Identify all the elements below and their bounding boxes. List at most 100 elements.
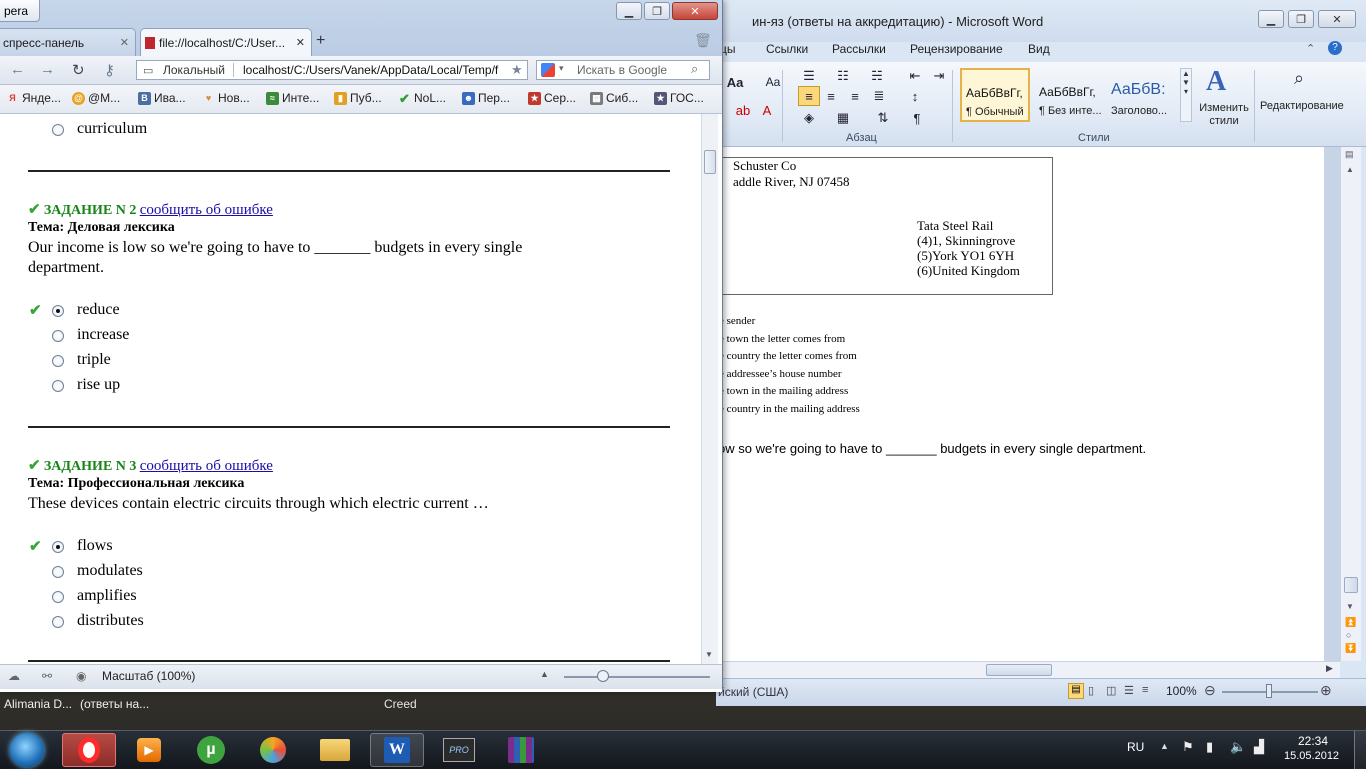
radio-button[interactable] xyxy=(52,380,64,392)
tab-mailings[interactable]: Рассылки xyxy=(832,42,886,56)
document-page[interactable]: Schuster Co addle River, NJ 07458 Tata S… xyxy=(716,147,1324,661)
taskbar-window-label[interactable]: Alimania D... xyxy=(4,697,72,711)
bookmark-gos[interactable]: ★ ГОС... xyxy=(654,91,704,105)
scroll-right-icon[interactable]: ▶ xyxy=(1326,663,1333,674)
browser-maximize-button[interactable]: ❐ xyxy=(644,2,670,20)
help-icon[interactable]: ? xyxy=(1328,41,1342,55)
search-icon[interactable]: ⌕ xyxy=(691,61,698,77)
radio-button[interactable] xyxy=(52,355,64,367)
zoom-up-icon[interactable]: ▲ xyxy=(540,669,549,679)
multilevel-list-icon[interactable]: ☵ xyxy=(866,66,888,86)
change-styles-icon[interactable]: A xyxy=(1206,66,1226,98)
bookmark-ser[interactable]: ★ Сер... xyxy=(528,91,576,105)
hscroll-thumb[interactable] xyxy=(986,664,1052,676)
numbering-icon[interactable]: ☷ xyxy=(832,66,854,86)
google-icon[interactable] xyxy=(541,63,555,77)
back-icon[interactable]: ← xyxy=(10,61,25,78)
winrar-taskbar-button[interactable] xyxy=(494,733,548,767)
browser-minimize-button[interactable]: ▁ xyxy=(616,2,642,20)
next-page-icon[interactable]: ⏬ xyxy=(1345,643,1356,654)
sort-icon[interactable]: ⇅ xyxy=(872,108,894,128)
borders-icon[interactable]: ▦ xyxy=(832,108,854,128)
new-tab-icon[interactable]: + xyxy=(316,32,325,50)
trash-icon[interactable]: 🗑 xyxy=(694,32,712,49)
prev-page-icon[interactable]: ⏫ xyxy=(1345,617,1356,628)
address-url[interactable]: localhost/C:/Users/Vanek/AppData/Local/T… xyxy=(243,63,509,77)
cloud-icon[interactable]: ☁ xyxy=(8,669,20,683)
minimize-button[interactable]: ▁ xyxy=(1258,10,1284,28)
radio-button[interactable] xyxy=(52,330,64,342)
language-indicator[interactable]: RU xyxy=(1127,740,1144,754)
taskbar-window-label[interactable]: Creed xyxy=(384,697,417,711)
bookmark-new[interactable]: ♥ Нов... xyxy=(202,91,250,105)
bookmark-yandex[interactable]: Я Янде... xyxy=(6,91,61,105)
utorrent-taskbar-button[interactable]: µ xyxy=(184,733,238,767)
turbo-icon[interactable]: ◉ xyxy=(76,669,86,683)
scroll-up-icon[interactable]: ▲ xyxy=(1346,165,1354,174)
scroll-thumb[interactable] xyxy=(1344,577,1358,593)
pilcrow-icon[interactable]: ¶ xyxy=(906,108,928,128)
word-taskbar-button[interactable]: W xyxy=(370,733,424,767)
bookmark-public[interactable]: ▮ Пуб... xyxy=(334,91,382,105)
browser-close-button[interactable]: ✕ xyxy=(672,2,718,20)
style-normal[interactable]: АаБбВвГг, ¶ Обычный xyxy=(960,68,1030,122)
radio-button[interactable] xyxy=(52,616,64,628)
styles-scroll[interactable]: ▲ ▼ ▾ xyxy=(1180,68,1192,122)
media-player-taskbar-button[interactable]: ▶ xyxy=(122,733,176,767)
network-icon[interactable]: ⚯ xyxy=(42,669,52,683)
scroll-down-icon[interactable]: ▼ xyxy=(1346,602,1354,611)
video-pro-taskbar-button[interactable]: PRO xyxy=(432,733,486,767)
style-no-spacing[interactable]: АаБбВвГг, ¶ Без инте... xyxy=(1034,68,1104,122)
show-hidden-icons[interactable]: ▲ xyxy=(1160,741,1169,751)
change-styles-button[interactable]: Изменить стили xyxy=(1194,102,1254,128)
paint-taskbar-button[interactable] xyxy=(246,733,300,767)
bullets-icon[interactable]: ☰ xyxy=(798,66,820,86)
bookmark-vk[interactable]: B Ива... xyxy=(138,91,186,105)
scroll-thumb[interactable] xyxy=(704,150,716,174)
browse-object-icon[interactable]: ○ xyxy=(1346,630,1351,640)
flag-icon[interactable]: ⚑ xyxy=(1182,739,1194,755)
address-bar[interactable]: ▭ Локальный localhost/C:/Users/Vanek/App… xyxy=(136,60,528,80)
ribbon-collapse-icon[interactable]: ⌃ xyxy=(1306,42,1315,55)
change-case-button[interactable]: Aa xyxy=(762,72,784,92)
clock-time[interactable]: 22:34 xyxy=(1298,734,1328,748)
tab-close-icon[interactable]: ✕ xyxy=(296,36,305,49)
tab-speed-dial[interactable]: спресс-панель ✕ xyxy=(0,28,136,56)
opera-taskbar-button[interactable] xyxy=(62,733,116,767)
close-button[interactable]: ✕ xyxy=(1318,10,1356,28)
clock-date[interactable]: 15.05.2012 xyxy=(1284,750,1339,762)
radio-button[interactable] xyxy=(52,124,64,136)
maximize-button[interactable]: ❐ xyxy=(1288,10,1314,28)
forward-icon[interactable]: → xyxy=(40,61,55,78)
align-right-button[interactable]: ≡ xyxy=(844,86,866,106)
font-color-icon[interactable]: A xyxy=(756,100,778,120)
tab-view[interactable]: Вид xyxy=(1028,42,1050,56)
zoom-slider[interactable] xyxy=(564,676,710,678)
align-center-button[interactable]: ≡ xyxy=(820,86,842,106)
scroll-down-icon[interactable]: ▼ xyxy=(705,650,713,659)
browser-vertical-scrollbar[interactable]: ▼ xyxy=(701,114,718,664)
ruler-toggle-icon[interactable]: ▤ xyxy=(1345,149,1354,160)
bookmark-people[interactable]: ☻ Пер... xyxy=(462,91,510,105)
reload-icon[interactable]: ↻ xyxy=(72,61,85,79)
editing-button[interactable]: Редактирование xyxy=(1260,100,1344,112)
align-left-button[interactable]: ≡ xyxy=(798,86,820,106)
line-spacing-icon[interactable]: ↕ xyxy=(904,86,926,106)
binoculars-icon[interactable]: ⌕ xyxy=(1294,68,1304,89)
report-error-link[interactable]: сообщить об ошибке xyxy=(140,458,273,474)
network-signal-icon[interactable]: ▟ xyxy=(1254,739,1264,755)
browser-menu-button[interactable]: pera xyxy=(0,0,40,22)
bookmark-sib[interactable]: ▦ Сиб... xyxy=(590,91,638,105)
report-error-link[interactable]: сообщить об ошибке xyxy=(140,202,273,218)
explorer-taskbar-button[interactable] xyxy=(308,733,362,767)
zoom-status[interactable]: Масштаб (100%) xyxy=(102,669,195,683)
show-desktop-button[interactable] xyxy=(1354,731,1366,769)
tab-local-file[interactable]: file://localhost/C:/User... ✕ xyxy=(140,28,312,56)
radio-button[interactable] xyxy=(52,591,64,603)
tab-references[interactable]: Ссылки xyxy=(766,42,808,56)
radio-button[interactable] xyxy=(52,541,64,553)
zoom-slider-thumb[interactable] xyxy=(597,670,609,682)
search-box[interactable]: ▾ Искать в Google ⌕ xyxy=(536,60,710,80)
decrease-indent-icon[interactable]: ⇤ xyxy=(904,66,926,86)
grow-font-button[interactable]: Aa xyxy=(724,72,746,92)
